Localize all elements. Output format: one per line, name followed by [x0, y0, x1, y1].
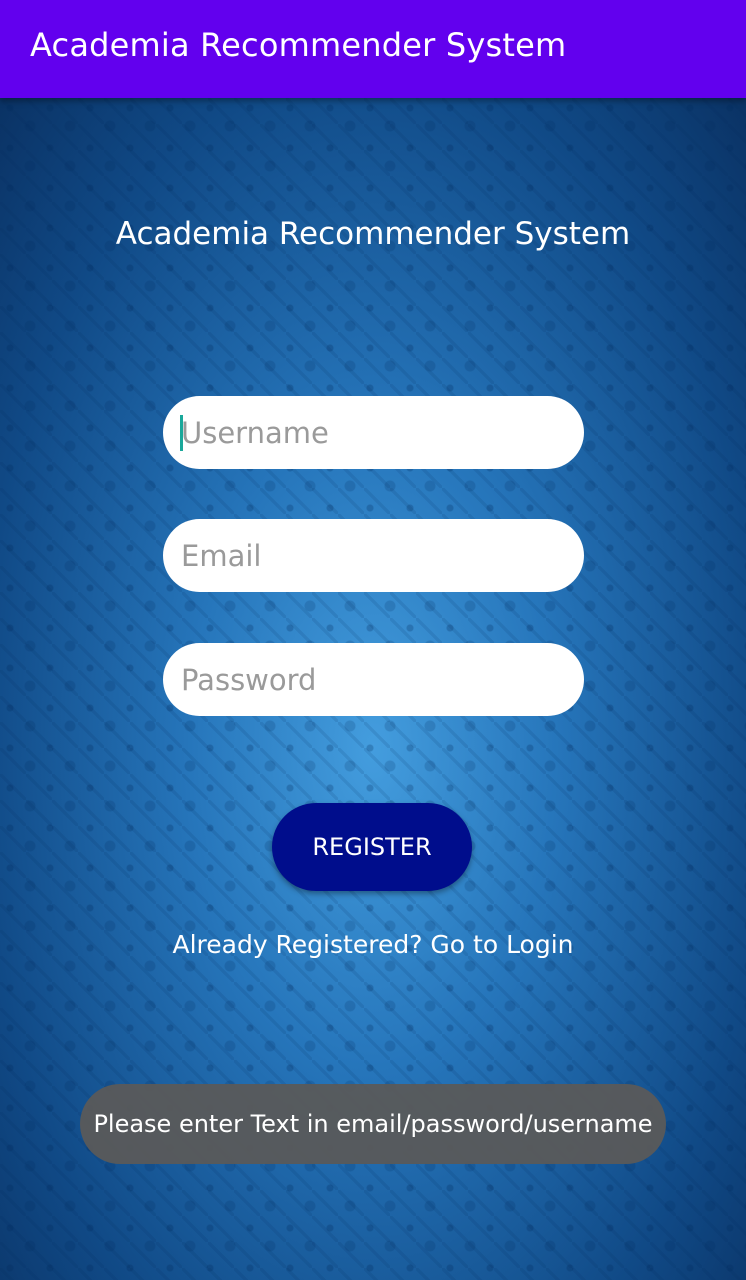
toast-text: Please enter Text in email/password/user… — [93, 1110, 653, 1138]
app-title: Academia Recommender System — [30, 26, 567, 64]
app-bar: Academia Recommender System — [0, 0, 746, 98]
text-cursor — [180, 415, 183, 451]
email-input[interactable] — [163, 519, 584, 592]
page-heading: Academia Recommender System — [115, 216, 631, 252]
register-button[interactable]: REGISTER — [272, 803, 472, 891]
password-field-container — [163, 643, 584, 716]
username-input[interactable] — [163, 396, 584, 469]
go-to-login-link[interactable]: Already Registered? Go to Login — [0, 930, 746, 959]
email-field-container — [163, 519, 584, 592]
password-input[interactable] — [163, 643, 584, 716]
username-field-container — [163, 396, 584, 469]
toast-message: Please enter Text in email/password/user… — [80, 1084, 666, 1164]
